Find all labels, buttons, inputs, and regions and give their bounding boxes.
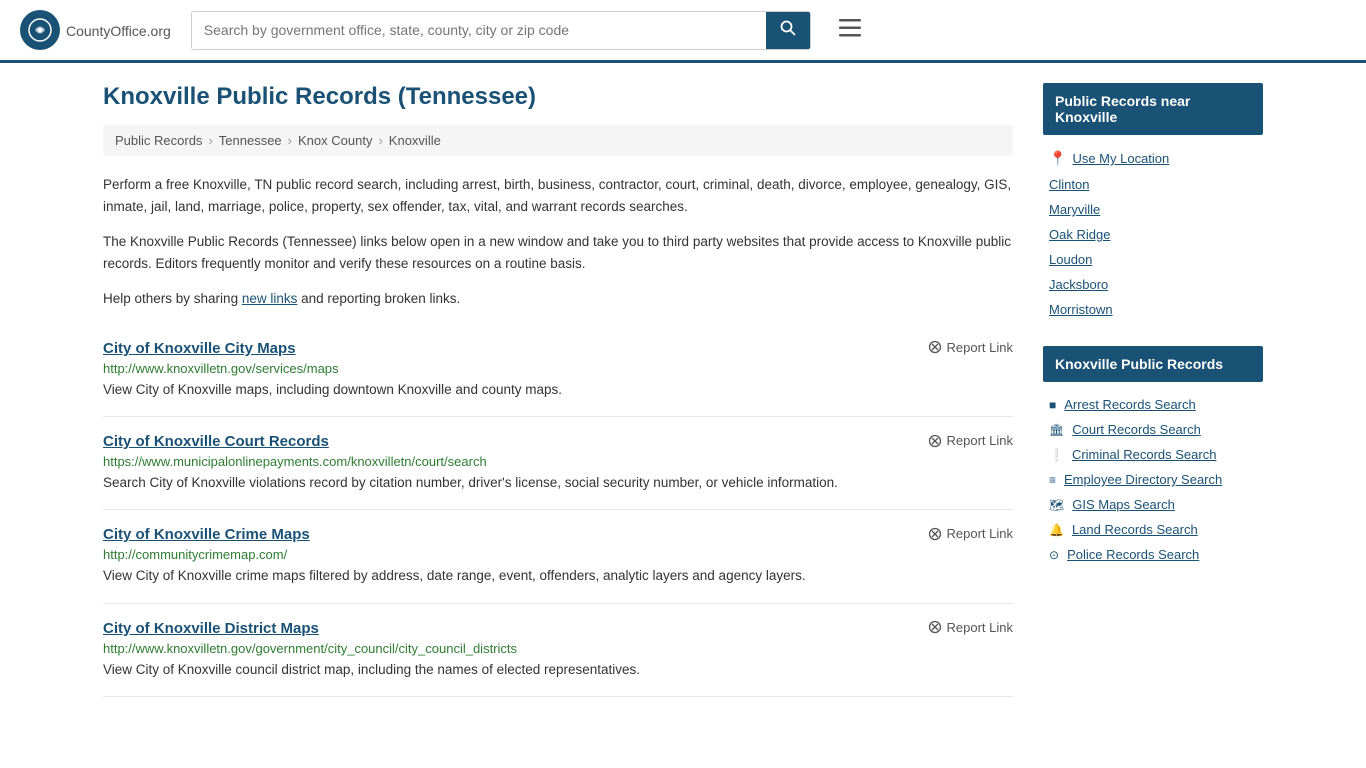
nearby-items: Clinton Maryville Oak Ridge Loudon Jacksboro… xyxy=(1043,172,1263,322)
record-header-1: City of Knoxville Court Records Report L… xyxy=(103,433,1013,450)
nearby-item-4[interactable]: Jacksboro xyxy=(1043,272,1263,297)
breadcrumb-tennessee[interactable]: Tennessee xyxy=(219,133,282,148)
sidebar-record-item-0[interactable]: ■ Arrest Records Search xyxy=(1043,392,1263,417)
search-input[interactable] xyxy=(192,12,766,49)
record-entry: City of Knoxville Crime Maps Report Link… xyxy=(103,510,1013,603)
records-list: City of Knoxville City Maps Report Link … xyxy=(103,324,1013,697)
use-my-location-link[interactable]: Use My Location xyxy=(1072,151,1169,166)
nearby-link-0[interactable]: Clinton xyxy=(1049,177,1089,192)
content-area: Knoxville Public Records (Tennessee) Pub… xyxy=(103,83,1013,697)
report-link-btn-2[interactable]: Report Link xyxy=(928,526,1013,541)
sidebar-record-link-6[interactable]: Police Records Search xyxy=(1067,547,1199,562)
logo-text: CountyOffice.org xyxy=(66,20,171,41)
sidebar-record-icon-3: ≡ xyxy=(1049,473,1056,487)
records-sidebar-title: Knoxville Public Records xyxy=(1043,346,1263,382)
sidebar-record-link-4[interactable]: GIS Maps Search xyxy=(1072,497,1175,512)
sidebar-record-item-3[interactable]: ≡ Employee Directory Search xyxy=(1043,467,1263,492)
record-header-3: City of Knoxville District Maps Report L… xyxy=(103,620,1013,637)
description-3: Help others by sharing new links and rep… xyxy=(103,288,1013,310)
sidebar-record-icon-6: ⊙ xyxy=(1049,548,1059,562)
nearby-item-1[interactable]: Maryville xyxy=(1043,197,1263,222)
description-2: The Knoxville Public Records (Tennessee)… xyxy=(103,231,1013,274)
record-desc-0: View City of Knoxville maps, including d… xyxy=(103,380,1013,400)
search-button[interactable] xyxy=(766,12,810,49)
sidebar-record-item-5[interactable]: 🔔 Land Records Search xyxy=(1043,517,1263,542)
nearby-link-3[interactable]: Loudon xyxy=(1049,252,1092,267)
logo-icon xyxy=(20,10,60,50)
nearby-link-1[interactable]: Maryville xyxy=(1049,202,1100,217)
record-desc-2: View City of Knoxville crime maps filter… xyxy=(103,566,1013,586)
sidebar-record-link-5[interactable]: Land Records Search xyxy=(1072,522,1198,537)
record-entry: City of Knoxville District Maps Report L… xyxy=(103,604,1013,697)
sidebar-record-link-3[interactable]: Employee Directory Search xyxy=(1064,472,1222,487)
sidebar-record-icon-5: 🔔 xyxy=(1049,523,1064,537)
record-title-3[interactable]: City of Knoxville District Maps xyxy=(103,620,319,637)
record-entry: City of Knoxville City Maps Report Link … xyxy=(103,324,1013,417)
breadcrumb-knox-county[interactable]: Knox County xyxy=(298,133,372,148)
record-url-2[interactable]: http://communitycrimemap.com/ xyxy=(103,547,1013,562)
record-header-2: City of Knoxville Crime Maps Report Link xyxy=(103,526,1013,543)
report-link-btn-1[interactable]: Report Link xyxy=(928,433,1013,448)
report-link-label: Report Link xyxy=(947,433,1013,448)
record-title-0[interactable]: City of Knoxville City Maps xyxy=(103,340,296,357)
nearby-item-2[interactable]: Oak Ridge xyxy=(1043,222,1263,247)
record-desc-3: View City of Knoxville council district … xyxy=(103,660,1013,680)
records-section: Knoxville Public Records ■ Arrest Record… xyxy=(1043,346,1263,567)
breadcrumb-current: Knoxville xyxy=(389,133,441,148)
report-link-label: Report Link xyxy=(947,620,1013,635)
logo-link[interactable]: CountyOffice.org xyxy=(20,10,171,50)
sidebar-record-icon-2: ❕ xyxy=(1049,448,1064,462)
sidebar-record-item-6[interactable]: ⊙ Police Records Search xyxy=(1043,542,1263,567)
nearby-link-2[interactable]: Oak Ridge xyxy=(1049,227,1110,242)
hamburger-menu-button[interactable] xyxy=(831,13,869,47)
breadcrumb-public-records[interactable]: Public Records xyxy=(115,133,202,148)
nearby-item-3[interactable]: Loudon xyxy=(1043,247,1263,272)
description-1: Perform a free Knoxville, TN public reco… xyxy=(103,174,1013,217)
location-icon: 📍 xyxy=(1049,150,1066,167)
record-url-0[interactable]: http://www.knoxvilletn.gov/services/maps xyxy=(103,361,1013,376)
sidebar-record-link-0[interactable]: Arrest Records Search xyxy=(1064,397,1196,412)
sidebar-record-link-1[interactable]: Court Records Search xyxy=(1072,422,1201,437)
record-entry: City of Knoxville Court Records Report L… xyxy=(103,417,1013,510)
record-url-3[interactable]: http://www.knoxvilletn.gov/government/ci… xyxy=(103,641,1013,656)
nearby-title: Public Records near Knoxville xyxy=(1043,83,1263,135)
record-header-0: City of Knoxville City Maps Report Link xyxy=(103,340,1013,357)
record-url-1[interactable]: https://www.municipalonlinepayments.com/… xyxy=(103,454,1013,469)
sidebar-record-item-4[interactable]: 🗺 GIS Maps Search xyxy=(1043,492,1263,517)
sidebar: Public Records near Knoxville 📍 Use My L… xyxy=(1043,83,1263,697)
sidebar-record-item-2[interactable]: ❕ Criminal Records Search xyxy=(1043,442,1263,467)
sidebar-record-icon-1: 🏛 xyxy=(1049,423,1064,437)
record-desc-1: Search City of Knoxville violations reco… xyxy=(103,473,1013,493)
sidebar-record-item-1[interactable]: 🏛 Court Records Search xyxy=(1043,417,1263,442)
sidebar-record-icon-0: ■ xyxy=(1049,398,1056,412)
main-container: Knoxville Public Records (Tennessee) Pub… xyxy=(83,63,1283,717)
sidebar-record-icon-4: 🗺 xyxy=(1049,498,1064,512)
report-link-btn-0[interactable]: Report Link xyxy=(928,340,1013,355)
header: CountyOffice.org xyxy=(0,0,1366,63)
report-link-label: Report Link xyxy=(947,526,1013,541)
nearby-link-5[interactable]: Morristown xyxy=(1049,302,1113,317)
report-link-btn-3[interactable]: Report Link xyxy=(928,620,1013,635)
sidebar-records-items: ■ Arrest Records Search 🏛 Court Records … xyxy=(1043,392,1263,567)
new-links-link[interactable]: new links xyxy=(242,291,298,306)
breadcrumb: Public Records › Tennessee › Knox County… xyxy=(103,125,1013,156)
record-title-1[interactable]: City of Knoxville Court Records xyxy=(103,433,329,450)
page-title: Knoxville Public Records (Tennessee) xyxy=(103,83,1013,111)
report-link-label: Report Link xyxy=(947,340,1013,355)
record-title-2[interactable]: City of Knoxville Crime Maps xyxy=(103,526,310,543)
nearby-item-5[interactable]: Morristown xyxy=(1043,297,1263,322)
nearby-item-0[interactable]: Clinton xyxy=(1043,172,1263,197)
search-bar xyxy=(191,11,811,50)
nearby-section: Public Records near Knoxville 📍 Use My L… xyxy=(1043,83,1263,322)
nearby-link-4[interactable]: Jacksboro xyxy=(1049,277,1108,292)
sidebar-record-link-2[interactable]: Criminal Records Search xyxy=(1072,447,1217,462)
use-my-location[interactable]: 📍 Use My Location xyxy=(1043,145,1263,172)
